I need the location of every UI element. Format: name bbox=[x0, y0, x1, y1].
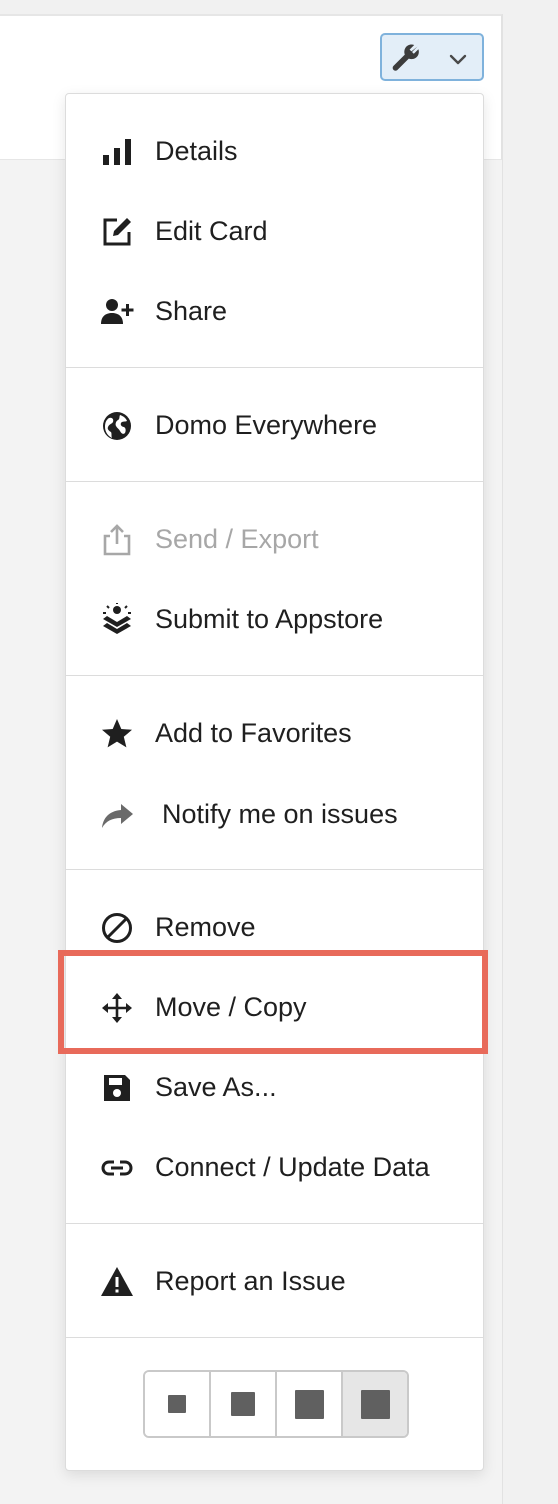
menu-item-label: Notify me on issues bbox=[162, 799, 398, 829]
menu-item-report-issue[interactable]: Report an Issue bbox=[66, 1251, 483, 1311]
menu-item-label: Save As... bbox=[155, 1072, 277, 1102]
menu-item-label: Remove bbox=[155, 912, 256, 942]
menu-item-submit-appstore[interactable]: Submit to Appstore bbox=[66, 589, 483, 649]
forward-arrow-icon bbox=[100, 798, 134, 832]
menu-item-edit-card[interactable]: Edit Card bbox=[66, 201, 483, 261]
size-extra-large-icon bbox=[360, 1389, 390, 1419]
save-icon bbox=[100, 1071, 134, 1105]
menu-item-move-copy[interactable]: Move / Copy bbox=[66, 977, 483, 1037]
size-medium-icon bbox=[231, 1392, 255, 1416]
appstore-icon bbox=[100, 603, 134, 637]
star-icon bbox=[100, 717, 134, 751]
menu-item-add-favorites[interactable]: Add to Favorites bbox=[66, 703, 483, 763]
menu-divider bbox=[66, 1337, 483, 1338]
menu-item-share[interactable]: Share bbox=[66, 281, 483, 341]
menu-item-label: Details bbox=[155, 136, 238, 166]
globe-icon bbox=[100, 409, 134, 443]
menu-item-label: Report an Issue bbox=[155, 1266, 346, 1296]
size-large-button[interactable] bbox=[277, 1372, 343, 1436]
card-tools-button[interactable] bbox=[380, 33, 484, 81]
menu-item-domo-everywhere[interactable]: Domo Everywhere bbox=[66, 395, 483, 455]
wrench-icon bbox=[392, 44, 419, 71]
ban-icon bbox=[100, 911, 134, 945]
size-small-button[interactable] bbox=[145, 1372, 211, 1436]
menu-divider bbox=[66, 675, 483, 676]
size-small-icon bbox=[168, 1395, 186, 1413]
share-export-icon bbox=[100, 523, 134, 557]
menu-item-label: Share bbox=[155, 296, 228, 326]
card-size-selector bbox=[143, 1370, 409, 1438]
link-icon bbox=[100, 1151, 134, 1185]
menu-item-connect-update[interactable]: Connect / Update Data bbox=[66, 1137, 483, 1197]
bar-chart-icon bbox=[100, 135, 134, 169]
menu-item-send-export[interactable]: Send / Export bbox=[66, 509, 483, 569]
menu-item-label: Edit Card bbox=[155, 216, 268, 246]
move-icon bbox=[100, 991, 134, 1025]
menu-item-label: Domo Everywhere bbox=[155, 410, 378, 440]
card-options-menu: Details Edit Card Share Domo Everywhere … bbox=[65, 93, 484, 1471]
size-medium-button[interactable] bbox=[211, 1372, 277, 1436]
menu-divider bbox=[66, 481, 483, 482]
chevron-down-icon bbox=[449, 54, 467, 65]
menu-item-details[interactable]: Details bbox=[66, 121, 483, 181]
size-extra-large-button[interactable] bbox=[343, 1372, 407, 1436]
edit-icon bbox=[100, 215, 134, 249]
menu-item-remove[interactable]: Remove bbox=[66, 897, 483, 957]
menu-divider bbox=[66, 869, 483, 870]
menu-item-label: Add to Favorites bbox=[155, 718, 352, 748]
menu-item-label: Move / Copy bbox=[155, 992, 307, 1022]
page: Details Edit Card Share Domo Everywhere … bbox=[0, 0, 558, 1504]
add-user-icon bbox=[100, 295, 134, 329]
size-large-icon bbox=[294, 1389, 324, 1419]
menu-item-label: Submit to Appstore bbox=[155, 604, 384, 634]
menu-item-label: Send / Export bbox=[155, 524, 319, 554]
menu-item-label: Connect / Update Data bbox=[155, 1152, 430, 1182]
menu-item-save-as[interactable]: Save As... bbox=[66, 1057, 483, 1117]
menu-divider bbox=[66, 367, 483, 368]
menu-item-notify-issues[interactable]: Notify me on issues bbox=[66, 784, 483, 844]
menu-divider bbox=[66, 1223, 483, 1224]
warning-icon bbox=[100, 1265, 134, 1299]
